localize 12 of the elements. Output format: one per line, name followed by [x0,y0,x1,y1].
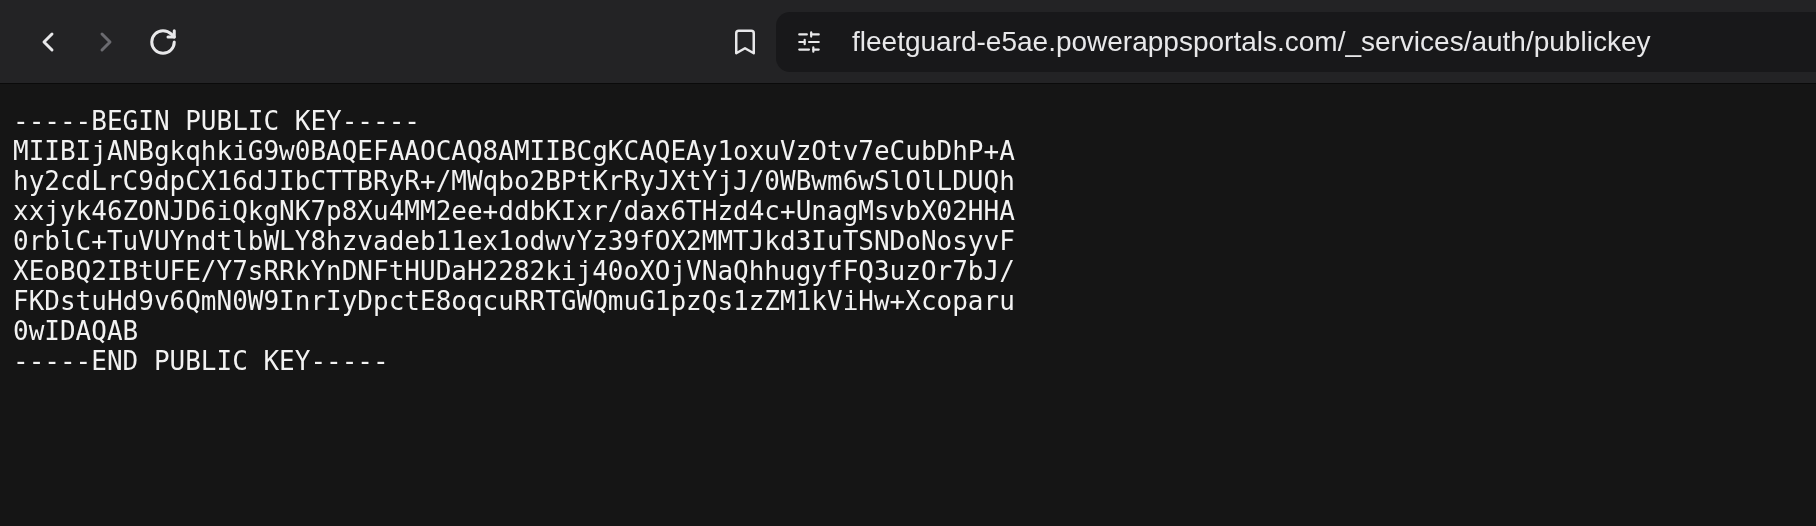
key-text-line: XEoBQ2IBtUFE/Y7sRRkYnDNFtHUDaH2282kij40oXOjVNaQhhugyfFQ3uzOr7bJ/ [13,256,1015,286]
address-bar[interactable]: fleetguard-e5ae.powerappsportals.com/_services/auth/publickey [776,11,1816,72]
key-text-line: 0rblC+TuVUYndtlbWLY8hzvadeb11ex1odwvYz39fOX2MMTJkd3IuTSNDoNosyvF [13,226,1015,256]
site-settings-icon[interactable] [796,28,822,55]
key-text-line: MIIBIjANBgkqhkiG9w0BAQEFAAOCAQ8AMIIBCgKCAQEAy1oxuVzOtv7eCubDhP+A [13,136,1015,166]
key-text-line: FKDstuHd9v6QmN0W9InrIyDpctE8oqcuRRTGWQmuG1pzQs1zZM1kViHw+Xcoparu [13,286,1015,316]
key-text-line: xxjyk46ZONJD6iQkgNK7p8Xu4MM2ee+ddbKIxr/dax6THzd4c+UnagMsvbX02HHA [13,196,1015,226]
url-text[interactable]: fleetguard-e5ae.powerappsportals.com/_services/auth/publickey [852,20,1651,63]
key-text-line: -----BEGIN PUBLIC KEY----- [13,106,420,136]
key-text-line: -----END PUBLIC KEY----- [13,346,389,376]
key-text-line: 0wIDAQAB [13,316,139,346]
key-text-line: hy2cdLrC9dpCX16dJIbCTTBRyR+/MWqbo2BPtKrRyJXtYjJ/0WBwm6wSlOlLDUQh [13,166,1015,196]
